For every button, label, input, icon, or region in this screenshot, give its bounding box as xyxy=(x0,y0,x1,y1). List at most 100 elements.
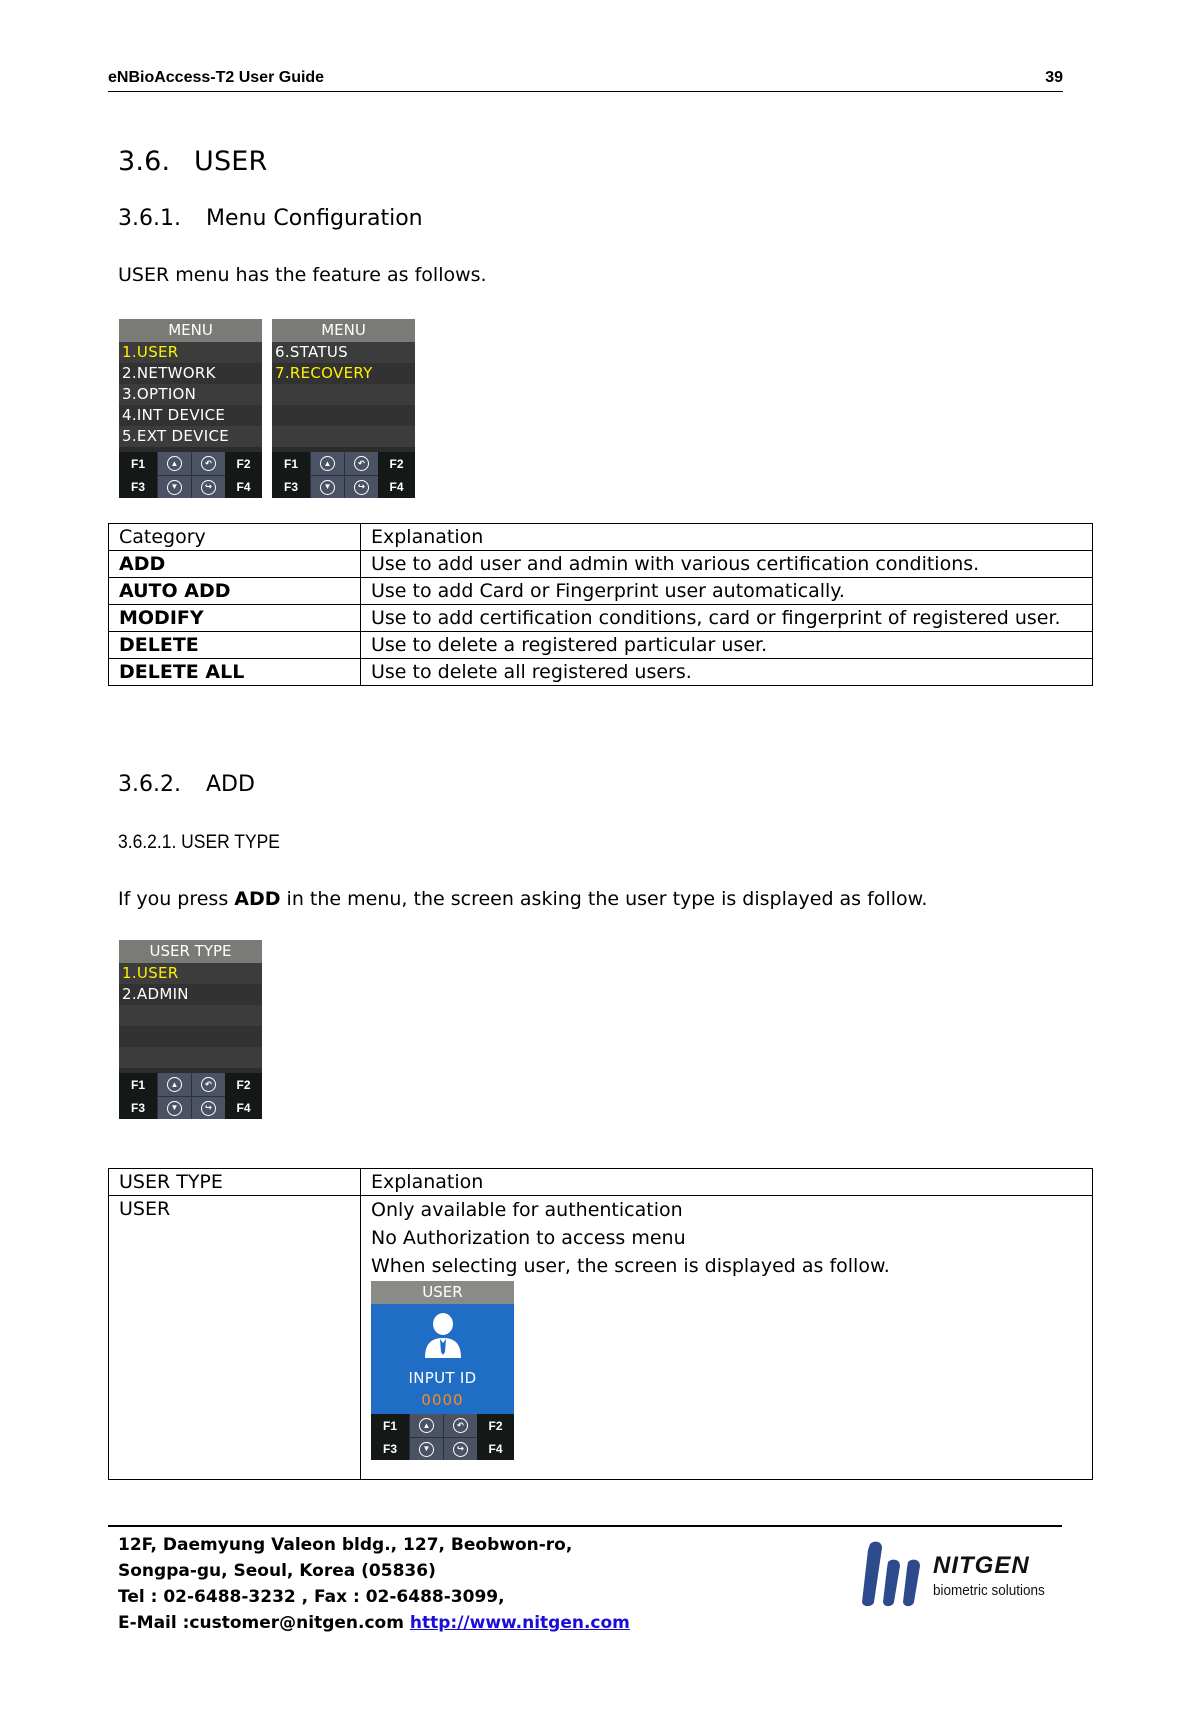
address-line-1: 12F, Daemyung Valeon bldg., 127, Beobwon… xyxy=(118,1535,573,1555)
subsection-title: ADD xyxy=(206,772,255,797)
enter-arrow-icon: ↪ xyxy=(453,1441,468,1457)
footer-divider xyxy=(108,1525,1062,1527)
input-id-value[interactable]: 0000 xyxy=(371,1387,514,1413)
section-heading: 3.6. USER xyxy=(118,146,268,177)
logo-tagline: biometric solutions xyxy=(933,1582,1045,1599)
device-screen-user-type: USER TYPE 1.USER 2.ADMIN F1 ▲ ↶ F2 F3 ▼ … xyxy=(119,940,262,1119)
f4-key[interactable]: F4 xyxy=(225,475,262,498)
f1-key[interactable]: F1 xyxy=(371,1414,409,1437)
f1-key[interactable]: F1 xyxy=(272,452,310,475)
subsubsection-heading-user-type: 3.6.2.1. USER TYPE xyxy=(118,832,280,853)
enter-key[interactable]: ↪ xyxy=(191,1096,225,1119)
f3-key[interactable]: F3 xyxy=(371,1437,409,1460)
f4-key[interactable]: F4 xyxy=(225,1096,262,1119)
f3-key[interactable]: F3 xyxy=(272,475,310,498)
table-header-explanation: Explanation xyxy=(360,523,1093,551)
device-screen-menu-2: MENU 6.STATUS 7.RECOVERY F1 ▲ ↶ F2 F3 ▼ … xyxy=(272,319,415,498)
f2-key[interactable]: F2 xyxy=(378,452,415,475)
enter-key[interactable]: ↪ xyxy=(191,475,225,498)
user-type-table: USER TYPE Explanation USER Only availabl… xyxy=(108,1168,1093,1480)
device-keypad: F1 ▲ ↶ F2 F3 ▼ ↪ F4 xyxy=(371,1414,514,1460)
category-cell: DELETE xyxy=(108,631,361,659)
table-header-row: USER TYPE Explanation xyxy=(108,1168,1093,1196)
table-row: MODIFY Use to add certification conditio… xyxy=(108,604,1093,632)
menu-item-status[interactable]: 6.STATUS xyxy=(272,342,415,363)
f1-key[interactable]: F1 xyxy=(119,1073,157,1096)
down-key[interactable]: ▼ xyxy=(157,475,191,498)
menu-list: 1.USER 2.ADMIN xyxy=(119,963,262,1068)
up-arrow-icon: ▲ xyxy=(167,456,182,471)
footer-contact: 12F, Daemyung Valeon bldg., 127, Beobwon… xyxy=(118,1532,630,1636)
menu-item-empty xyxy=(272,384,415,405)
f3-key[interactable]: F3 xyxy=(119,1096,157,1119)
explanation-line: Only available for authentication xyxy=(371,1199,683,1221)
table-row: USER Only available for authentication N… xyxy=(108,1195,1093,1480)
explanation-cell: Use to add user and admin with various c… xyxy=(360,550,1093,578)
nitgen-logo: NITGEN biometric solutions xyxy=(858,1540,1063,1610)
down-arrow-icon: ▼ xyxy=(167,479,182,495)
f2-key[interactable]: F2 xyxy=(477,1414,514,1437)
enter-key[interactable]: ↪ xyxy=(443,1437,477,1460)
menu-item-empty xyxy=(272,426,415,447)
down-key[interactable]: ▼ xyxy=(157,1096,191,1119)
menu-item-recovery[interactable]: 7.RECOVERY xyxy=(272,363,415,384)
up-key[interactable]: ▲ xyxy=(409,1414,443,1437)
subsection-title: Menu Configuration xyxy=(206,206,423,231)
email-text: E-Mail :customer@nitgen.com xyxy=(118,1613,410,1633)
back-key[interactable]: ↶ xyxy=(191,452,225,475)
table-row: ADD Use to add user and admin with vario… xyxy=(108,550,1093,578)
down-arrow-icon: ▼ xyxy=(167,1100,182,1116)
menu-item-user[interactable]: 1.USER xyxy=(119,342,262,363)
explanation-cell: Only available for authentication No Aut… xyxy=(360,1195,1093,1480)
f3-key[interactable]: F3 xyxy=(119,475,157,498)
f4-key[interactable]: F4 xyxy=(378,475,415,498)
device-keypad: F1 ▲ ↶ F2 F3 ▼ ↪ F4 xyxy=(272,452,415,498)
user-type-intro-text: If you press ADD in the menu, the screen… xyxy=(118,888,927,910)
menu-item-ext-device[interactable]: 5.EXT DEVICE xyxy=(119,426,262,447)
category-cell: ADD xyxy=(108,550,361,578)
explanation-line: No Authorization to access menu xyxy=(371,1227,686,1249)
up-key[interactable]: ▲ xyxy=(157,1073,191,1096)
menu-item-user[interactable]: 1.USER xyxy=(119,963,262,984)
back-arrow-icon: ↶ xyxy=(201,1077,216,1092)
device-keypad: F1 ▲ ↶ F2 F3 ▼ ↪ F4 xyxy=(119,452,262,498)
screen-title: MENU xyxy=(272,319,415,342)
f2-key[interactable]: F2 xyxy=(225,452,262,475)
down-key[interactable]: ▼ xyxy=(409,1437,443,1460)
back-key[interactable]: ↶ xyxy=(443,1414,477,1437)
category-cell: MODIFY xyxy=(108,604,361,632)
back-key[interactable]: ↶ xyxy=(191,1073,225,1096)
f1-key[interactable]: F1 xyxy=(119,452,157,475)
f2-key[interactable]: F2 xyxy=(225,1073,262,1096)
table-header-row: Category Explanation xyxy=(108,523,1093,551)
menu-item-int-device[interactable]: 4.INT DEVICE xyxy=(119,405,262,426)
user-type-cell: USER xyxy=(108,1195,361,1480)
back-arrow-icon: ↶ xyxy=(453,1418,468,1433)
f4-key[interactable]: F4 xyxy=(477,1437,514,1460)
explanation-cell: Use to add certification conditions, car… xyxy=(360,604,1093,632)
user-input-panel: INPUT ID 0000 xyxy=(371,1304,514,1414)
table-header-user-type: USER TYPE xyxy=(108,1168,361,1196)
explanation-line: When selecting user, the screen is displ… xyxy=(371,1255,890,1277)
enter-key[interactable]: ↪ xyxy=(344,475,378,498)
user-person-icon xyxy=(424,1313,461,1358)
category-cell: DELETE ALL xyxy=(108,658,361,686)
up-key[interactable]: ▲ xyxy=(157,452,191,475)
menu-item-admin[interactable]: 2.ADMIN xyxy=(119,984,262,1005)
menu-item-option[interactable]: 3.OPTION xyxy=(119,384,262,405)
down-key[interactable]: ▼ xyxy=(310,475,344,498)
category-cell: AUTO ADD xyxy=(108,577,361,605)
website-link[interactable]: http://www.nitgen.com xyxy=(410,1613,630,1633)
up-key[interactable]: ▲ xyxy=(310,452,344,475)
menu-item-network[interactable]: 2.NETWORK xyxy=(119,363,262,384)
address-line-2: Songpa-gu, Seoul, Korea (05836) xyxy=(118,1561,436,1581)
screen-title: MENU xyxy=(119,319,262,342)
back-key[interactable]: ↶ xyxy=(344,452,378,475)
subsection-heading-menu-configuration: 3.6.1. Menu Configuration xyxy=(118,206,423,231)
menu-item-empty xyxy=(119,1026,262,1047)
device-keypad: F1 ▲ ↶ F2 F3 ▼ ↪ F4 xyxy=(119,1073,262,1119)
explanation-cell: Use to delete a registered particular us… xyxy=(360,631,1093,659)
menu-item-empty xyxy=(272,405,415,426)
enter-arrow-icon: ↪ xyxy=(201,479,216,495)
menu-list: 1.USER 2.NETWORK 3.OPTION 4.INT DEVICE 5… xyxy=(119,342,262,447)
